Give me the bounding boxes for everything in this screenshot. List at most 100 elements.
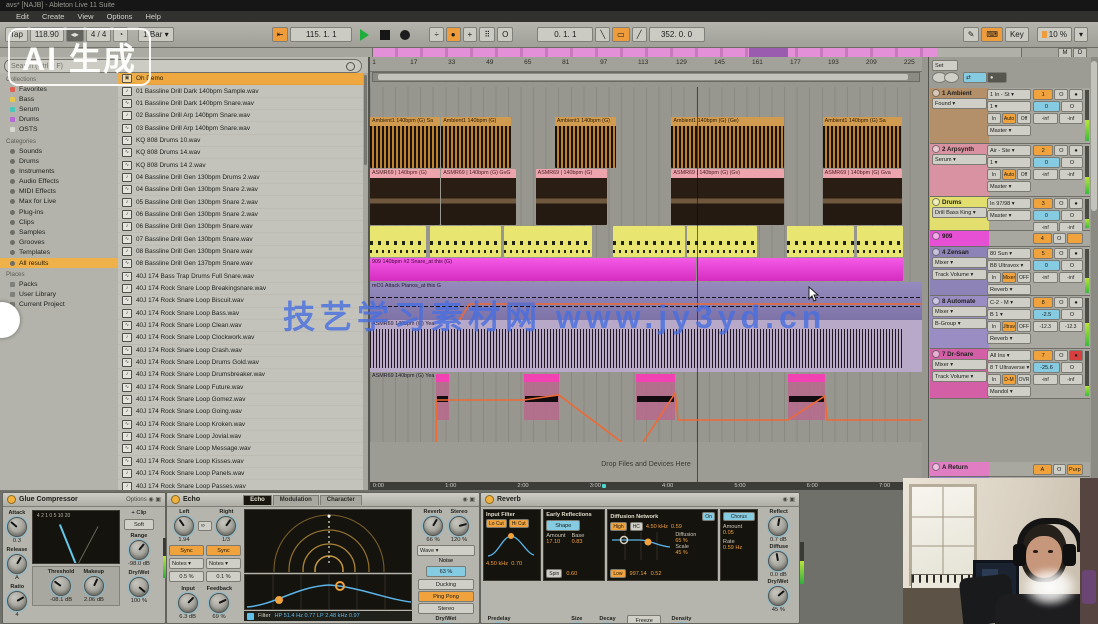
solo-button[interactable]: O: [1053, 233, 1066, 244]
sidebar-item-drums[interactable]: Drums: [0, 115, 118, 125]
monitor-chip[interactable]: Off: [1017, 169, 1031, 180]
tab-character[interactable]: Character: [320, 495, 362, 505]
track-header[interactable]: 7 Dr-SnareMixer ▾Track Volume ▾ All Ins …: [930, 349, 1090, 399]
pan-field[interactable]: O: [1061, 260, 1083, 271]
track-device-dropdown[interactable]: B-Group ▾: [932, 318, 987, 329]
arrangement-position-field[interactable]: 115. 1. 1: [290, 27, 352, 42]
loop-length-field[interactable]: 352. 0. 0: [649, 27, 705, 42]
ducking-button[interactable]: Ducking: [418, 579, 474, 590]
file-row[interactable]: ♪01 Bassline Drill Dark 140bpm Sample.wa…: [118, 85, 368, 97]
monitor-chip[interactable]: Off: [1017, 113, 1031, 124]
offset-left-field[interactable]: 0.5 %: [169, 571, 204, 582]
io-dropdown[interactable]: 1 ▾: [987, 101, 1031, 112]
clip[interactable]: ASMR69 | 140bpm (G) Gva: [823, 169, 902, 225]
arm-button[interactable]: ●: [1069, 198, 1083, 209]
clip[interactable]: ASMR69 | 140bpm (G): [370, 169, 440, 225]
track-activator-led[interactable]: [932, 297, 940, 305]
follow-button[interactable]: ⇤: [272, 27, 289, 42]
device-header-options[interactable]: Options ◉ ▣: [126, 496, 161, 503]
sidebar-item-drums[interactable]: Drums: [0, 156, 118, 166]
sidebar-item-instruments[interactable]: Instruments: [0, 166, 118, 176]
track-device-dropdown[interactable]: Mixer ▾: [932, 306, 987, 317]
io-dropdown[interactable]: 8 T Ultraverse ▾: [987, 362, 1031, 373]
monitor-chip[interactable]: D-M: [1002, 374, 1016, 385]
track-header[interactable]: 909 4 O: [930, 231, 1090, 247]
pan-field[interactable]: O: [1061, 101, 1083, 112]
track-device-dropdown[interactable]: Serum ▾: [932, 154, 987, 165]
file-row[interactable]: ∿03 Bassline Drill Arp 140bpm Snare.wav: [118, 122, 368, 134]
sidebar-item-max-for-live[interactable]: Max for Live: [0, 197, 118, 207]
track-device-dropdown[interactable]: Drill Bass King ▾: [932, 207, 987, 218]
track-header[interactable]: 1 AmbientFound ▾ 1 In - St ▾1 ▾InAutoOff…: [930, 88, 1090, 144]
sidebar-item-grooves[interactable]: Grooves: [0, 238, 118, 248]
sidebar-item-current-project[interactable]: Current Project: [0, 300, 118, 310]
reverb-diffusion-section[interactable]: Diffusion Network On High HC 4.50 kHz 0.…: [607, 509, 718, 581]
clip[interactable]: Ambient1 140bpm (G) Sa: [823, 117, 902, 168]
sidebar-item-bass[interactable]: Bass: [0, 94, 118, 104]
track-device-dropdown[interactable]: Found ▾: [932, 98, 987, 109]
sidebar-item-clips[interactable]: Clips: [0, 217, 118, 227]
reverb-input-filter-section[interactable]: Input Filter Lo Cut Hi Cut 4.50 kHz 0.70: [483, 509, 541, 581]
volume-field[interactable]: -2.5: [1033, 309, 1060, 320]
track-activator[interactable]: 7: [1033, 350, 1053, 361]
track-header[interactable]: A Return A O Purp: [930, 462, 1090, 477]
crossfade-button[interactable]: Purp: [1067, 464, 1083, 475]
io-toggle-2[interactable]: [944, 72, 959, 83]
track-activator[interactable]: 8: [1033, 297, 1053, 308]
computer-midi-keyboard-button[interactable]: ⌨: [981, 27, 1003, 42]
pan-field[interactable]: O: [1061, 362, 1083, 373]
clip[interactable]: Ambient1 140bpm (G) (Ge): [671, 117, 784, 168]
output-dropdown[interactable]: Reverb ▾: [987, 284, 1031, 295]
file-row[interactable]: ∿40J 174 Rock Snare Loop Crash.wav: [118, 345, 368, 357]
io-dropdown[interactable]: B8 Ultravox ▾: [987, 260, 1031, 271]
volume-field[interactable]: 0: [1033, 101, 1060, 112]
track-activator-led[interactable]: [932, 463, 940, 471]
sync-left-button[interactable]: Sync: [169, 545, 204, 556]
track-device-dropdown[interactable]: Track Volume ▾: [932, 371, 987, 382]
track-activator-led[interactable]: [932, 350, 940, 358]
echo-tunnel-display[interactable]: [244, 509, 412, 573]
density-knob[interactable]: DensityHigh: [671, 616, 692, 624]
ratio-knob[interactable]: Ratio4: [6, 584, 28, 618]
menu-item-help[interactable]: Help: [145, 12, 160, 21]
chorus-on-button[interactable]: Chorus: [723, 512, 755, 521]
stereo-button[interactable]: Stereo: [418, 603, 474, 614]
echo-reverb-knob[interactable]: Reverb66 %: [423, 509, 443, 543]
clip[interactable]: [370, 226, 426, 257]
track-header[interactable]: DrumsDrill Bass King ▾ In 97/98 ▾Master …: [930, 197, 1090, 231]
predelay-knob[interactable]: Predelay2.50 ms: [487, 616, 511, 624]
sidebar-item-osts[interactable]: OSTS: [0, 125, 118, 135]
freeze-button[interactable]: Freeze: [627, 615, 661, 624]
sync-mode-left-dropdown[interactable]: Notes ▾: [169, 558, 204, 569]
file-row[interactable]: ∿40J 174 Rock Snare Loop Drums Gold.wav: [118, 357, 368, 369]
track-device-dropdown[interactable]: Mixer ▾: [932, 257, 987, 268]
track-lane-pink-auto[interactable]: ASMR69 140bpm (G) Yea: [370, 372, 922, 442]
file-row[interactable]: ♪02 Bassline Drill Arp 140bpm Snare.wav: [118, 110, 368, 122]
monitor-chip[interactable]: OFF: [1017, 272, 1031, 283]
file-row[interactable]: ∿01 Bassline Drill Dark 140bpm Snare.wav: [118, 98, 368, 110]
device-activator[interactable]: [7, 495, 16, 504]
file-row[interactable]: ▣Oh Demo: [118, 73, 368, 85]
arm-button[interactable]: ●: [1069, 248, 1083, 259]
tab-echo[interactable]: Echo: [243, 495, 272, 505]
clip[interactable]: Ambient1 140bpm (G) Sa: [370, 117, 440, 168]
track-activator-led[interactable]: [932, 232, 940, 240]
punch-in-button[interactable]: ╲: [595, 27, 610, 42]
track-activator[interactable]: 2: [1033, 145, 1053, 156]
file-row[interactable]: ♪08 Bassline Drill Gen 130bpm Snare.wav: [118, 246, 368, 258]
capture-midi-button[interactable]: +: [463, 27, 478, 42]
solo-button[interactable]: O: [1054, 145, 1068, 156]
filter-on-checkbox[interactable]: [247, 613, 254, 620]
sidebar-item-packs[interactable]: Packs: [0, 279, 118, 289]
diffusion-on-button[interactable]: On: [702, 512, 715, 521]
monitor-chip[interactable]: In: [987, 374, 1001, 385]
spin-button[interactable]: Spin: [546, 569, 562, 578]
file-row[interactable]: ∿40J 174 Bass Trap Drums Full Snare.wav: [118, 271, 368, 283]
overdub-button[interactable]: ÷: [429, 27, 443, 42]
monitor-chip[interactable]: Auto: [1002, 113, 1016, 124]
sidebar-item-audio-effects[interactable]: Audio Effects: [0, 177, 118, 187]
file-row[interactable]: ∿40J 174 Rock Snare Loop Kroken.wav: [118, 419, 368, 431]
monitor-chip[interactable]: In: [987, 321, 1001, 332]
track-lane-midi-yellow[interactable]: [370, 226, 922, 258]
device-activator[interactable]: [485, 495, 494, 504]
